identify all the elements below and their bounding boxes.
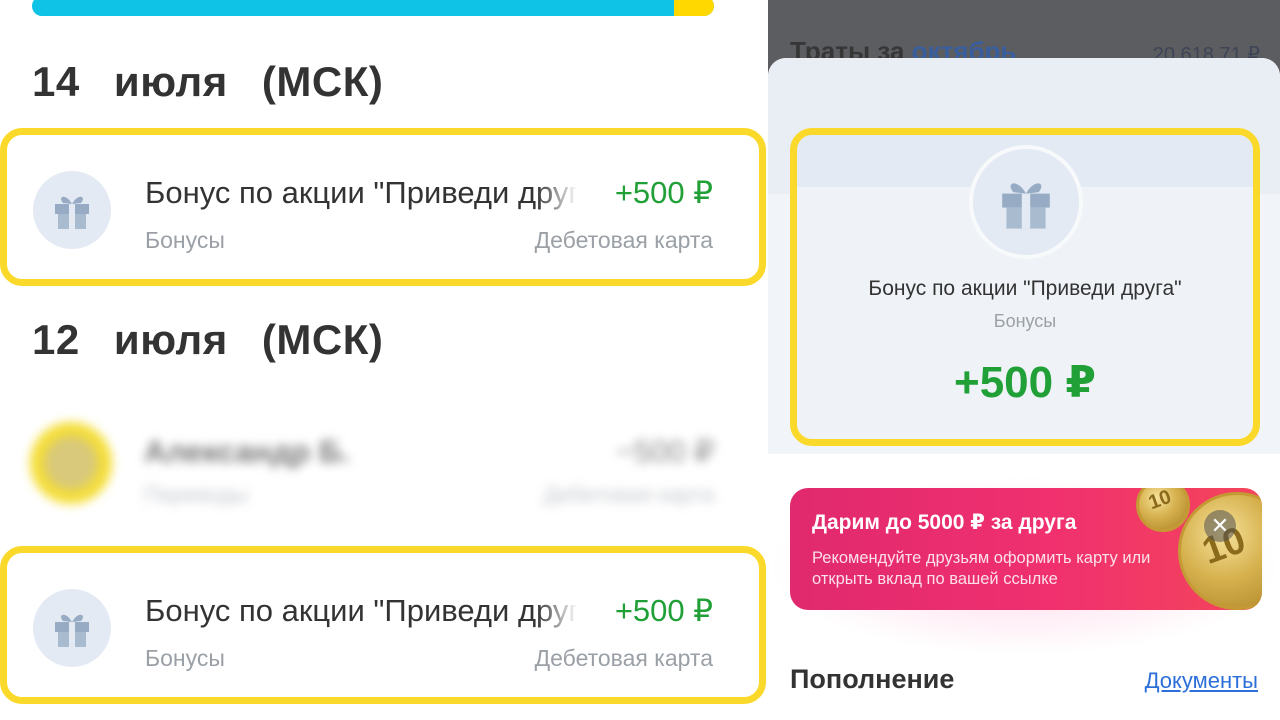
transaction-category: Переводы [144, 482, 249, 507]
date-heading: 12 июля (МСК) [32, 316, 384, 363]
section-title: Пополнение [790, 664, 955, 694]
transaction-history-panel: 14 июля (МСК) Бонус по акции "Приведи др… [0, 0, 768, 720]
transaction-amount: +500 ₽ [614, 175, 713, 210]
gift-icon [33, 171, 111, 249]
detail-title: Бонус по акции "Приведи друга" [868, 277, 1182, 300]
transaction-account: Дебетовая карта [534, 227, 713, 253]
banner-accent [674, 0, 714, 16]
transaction-account: Дебетовая карта [534, 645, 713, 671]
progress-banner-edge [32, 0, 714, 16]
detail-category: Бонусы [993, 311, 1057, 331]
transaction-title: Бонус по акции "Приведи друга" [145, 175, 577, 211]
transaction-amount: −500 ₽ [615, 434, 714, 469]
promo-title: Дарим до 5000 ₽ за друга [812, 511, 1077, 534]
transaction-category: Бонусы [145, 645, 225, 671]
transaction-detail-card: Бонус по акции "Приведи друга" Бонусы +5… [790, 128, 1260, 446]
transaction-row-bonus-highlighted[interactable]: Бонус по акции "Приведи друга" Бонусы +5… [0, 128, 766, 286]
close-icon[interactable]: ✕ [1204, 510, 1236, 542]
avatar [30, 422, 112, 504]
transaction-row-bonus-highlighted[interactable]: Бонус по акции "Приведи друга" Бонусы +5… [0, 546, 766, 704]
referral-promo-banner[interactable]: 10 10 Дарим до 5000 ₽ за друга Рекоменду… [790, 488, 1262, 610]
gift-icon [33, 589, 111, 667]
transaction-title: Александр Б. [144, 434, 350, 469]
gift-icon [969, 145, 1083, 259]
transaction-amount: +500 ₽ [614, 593, 713, 628]
transaction-title: Бонус по акции "Приведи друга" [145, 593, 577, 629]
bottom-sheet: Бонус по акции "Приведи друга" Бонусы +5… [768, 58, 1280, 720]
coin-image: 10 [1136, 488, 1190, 532]
transaction-category: Бонусы [145, 227, 225, 253]
promo-text: Рекомендуйте друзьям оформить карту или … [812, 549, 1151, 588]
transaction-detail-panel: Траты за октябрь 20 618,71 ₽ Бонус по ак… [768, 0, 1280, 720]
transaction-account: Дебетовая карта [543, 482, 714, 507]
date-heading: 14 июля (МСК) [32, 58, 384, 105]
documents-link[interactable]: Документы [1145, 668, 1258, 694]
transaction-row-transfer-blurred[interactable]: Александр Б. Переводы −500 ₽ Дебетовая к… [0, 412, 766, 512]
detail-amount: +500 ₽ [954, 358, 1096, 407]
